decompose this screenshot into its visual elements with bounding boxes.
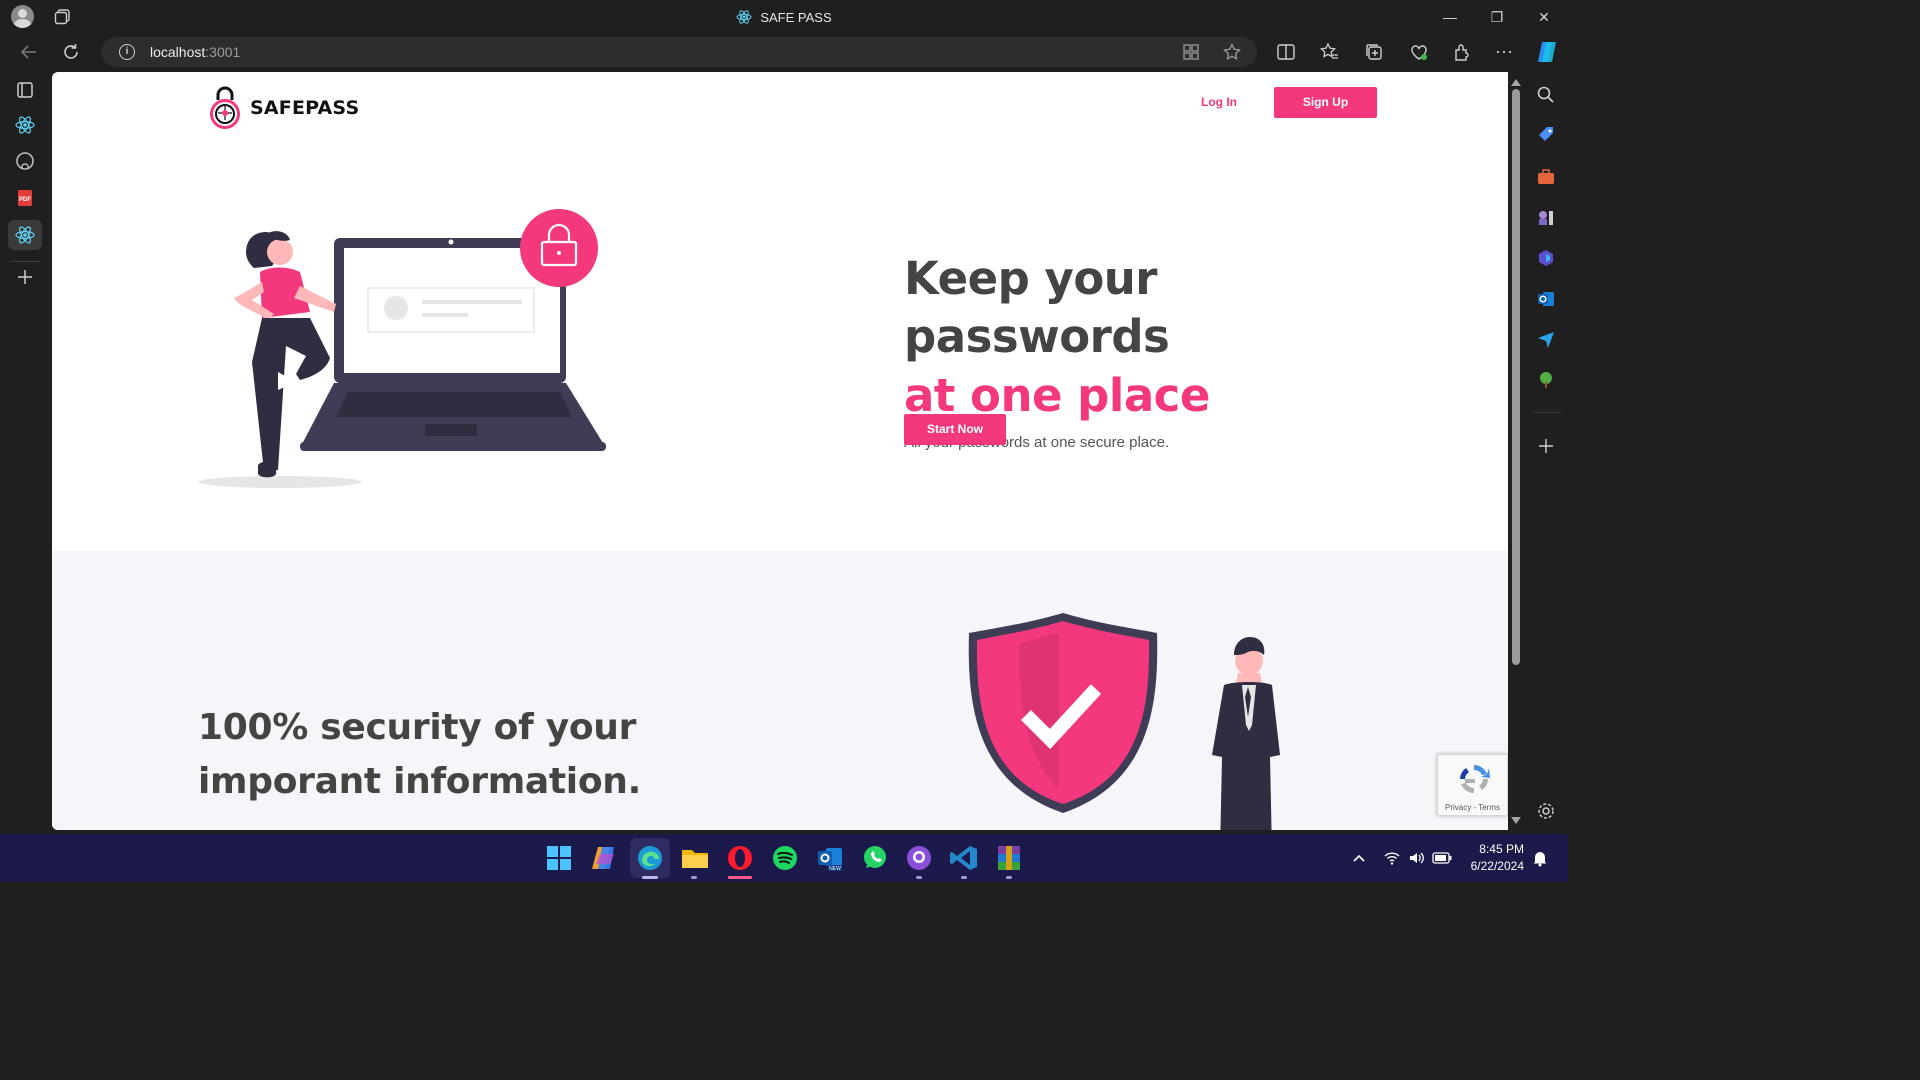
add-sidebar-app-icon[interactable] bbox=[1537, 437, 1555, 455]
recaptcha-badge[interactable]: Privacy - Terms bbox=[1437, 754, 1508, 816]
tree-icon[interactable] bbox=[1536, 370, 1556, 390]
scrollbar-thumb[interactable] bbox=[1512, 89, 1520, 665]
edge-browser-icon[interactable] bbox=[634, 842, 666, 874]
settings-gear-icon[interactable] bbox=[1536, 801, 1556, 821]
tab-actions-icon[interactable] bbox=[13, 78, 37, 102]
brand-name: SAFEPASS bbox=[250, 97, 360, 119]
refresh-icon[interactable] bbox=[60, 41, 82, 63]
github-desktop-icon[interactable] bbox=[903, 842, 935, 874]
extensions-icon[interactable] bbox=[1451, 41, 1473, 63]
site-navbar: SAFEPASS Log In Sign Up bbox=[52, 72, 1508, 142]
system-clock[interactable]: 8:45 PM 6/22/2024 bbox=[1462, 841, 1524, 875]
collections-icon[interactable] bbox=[1363, 41, 1385, 63]
copilot-icon[interactable] bbox=[1534, 39, 1560, 65]
more-options-icon[interactable]: ⋯ bbox=[1493, 41, 1515, 63]
winrar-running-indicator bbox=[1006, 876, 1012, 879]
wifi-icon[interactable] bbox=[1383, 849, 1401, 867]
scroll-up-arrow[interactable] bbox=[1511, 79, 1521, 86]
address-bar[interactable]: i localhost:3001 bbox=[101, 37, 1257, 67]
notification-bell-icon[interactable] bbox=[1531, 849, 1549, 867]
opera-icon[interactable] bbox=[724, 842, 756, 874]
copilot-taskbar-icon[interactable] bbox=[588, 842, 620, 874]
tab-pdf-icon[interactable]: PDF bbox=[13, 186, 37, 210]
window-titlebar: SAFE PASS — ❐ ✕ bbox=[0, 0, 1568, 33]
recaptcha-icon bbox=[1460, 765, 1490, 793]
window-title-text: SAFE PASS bbox=[760, 10, 832, 25]
winrar-icon[interactable] bbox=[993, 842, 1025, 874]
vscode-running-indicator bbox=[961, 876, 967, 879]
browser-essentials-icon[interactable] bbox=[1408, 41, 1430, 63]
security-section: 100% security of your imporant informati… bbox=[52, 551, 1508, 830]
url-text[interactable]: localhost:3001 bbox=[150, 44, 240, 60]
site-logo[interactable]: SAFEPASS bbox=[208, 86, 359, 130]
github-running-indicator bbox=[916, 876, 922, 879]
whatsapp-icon[interactable] bbox=[859, 842, 891, 874]
clock-date: 6/22/2024 bbox=[1470, 859, 1524, 873]
app-available-icon[interactable] bbox=[1183, 44, 1199, 60]
browser-toolbar: i localhost:3001 ⋯ bbox=[0, 33, 1568, 71]
minimize-button[interactable]: — bbox=[1427, 4, 1473, 30]
explorer-running-indicator bbox=[691, 876, 697, 879]
start-now-button[interactable]: Start Now bbox=[904, 414, 1006, 445]
svg-text:PDF: PDF bbox=[19, 197, 31, 203]
back-arrow-icon[interactable] bbox=[18, 41, 40, 63]
shopping-tag-icon[interactable] bbox=[1536, 125, 1556, 145]
microsoft-365-icon[interactable] bbox=[1536, 248, 1556, 268]
page-scrollbar[interactable] bbox=[1508, 72, 1524, 830]
window-title: SAFE PASS bbox=[0, 9, 1568, 25]
site-info-icon[interactable]: i bbox=[119, 44, 135, 60]
edge-sidebar bbox=[1526, 71, 1568, 834]
favorite-star-icon[interactable] bbox=[1223, 43, 1241, 61]
security-heading: 100% security of your imporant informati… bbox=[198, 701, 718, 809]
svg-text:NEW: NEW bbox=[829, 866, 841, 872]
tab-react-app-icon[interactable] bbox=[13, 113, 37, 137]
outlook-icon[interactable] bbox=[1536, 289, 1556, 309]
vscode-icon[interactable] bbox=[948, 842, 980, 874]
file-explorer-icon[interactable] bbox=[679, 842, 711, 874]
favorites-icon[interactable] bbox=[1318, 41, 1340, 63]
vertical-tabs-rail: PDF bbox=[0, 71, 50, 834]
show-hidden-icons-chevron-icon[interactable] bbox=[1352, 851, 1366, 865]
hero-laptop-illustration bbox=[198, 209, 606, 488]
games-icon[interactable] bbox=[1536, 207, 1556, 227]
volume-icon[interactable] bbox=[1407, 849, 1425, 867]
opera-running-indicator bbox=[728, 876, 752, 879]
login-link[interactable]: Log In bbox=[1201, 95, 1237, 109]
url-host: localhost bbox=[150, 44, 206, 60]
padlock-logo-icon bbox=[210, 86, 240, 129]
clock-time: 8:45 PM bbox=[1479, 842, 1524, 856]
new-tab-plus-icon[interactable] bbox=[13, 265, 37, 289]
restore-button[interactable]: ❐ bbox=[1474, 4, 1520, 30]
tab-react-app-active-icon[interactable] bbox=[13, 223, 37, 247]
edge-active-indicator bbox=[642, 876, 658, 879]
hero-title-line1: Keep your passwords bbox=[904, 252, 1170, 363]
security-heading-line2: imporant information. bbox=[198, 761, 641, 802]
signup-button[interactable]: Sign Up bbox=[1274, 87, 1377, 118]
windows-taskbar: NEW 8:45 PM 6/22/2024 bbox=[0, 834, 1568, 882]
send-icon[interactable] bbox=[1536, 329, 1556, 349]
spotify-icon[interactable] bbox=[769, 842, 801, 874]
close-button[interactable]: ✕ bbox=[1521, 4, 1567, 30]
scroll-down-arrow[interactable] bbox=[1511, 817, 1521, 824]
shield-man-illustration bbox=[968, 613, 1280, 830]
security-heading-line1: 100% security of your bbox=[198, 707, 637, 748]
page-viewport: SAFEPASS Log In Sign Up Keep your passwo… bbox=[52, 72, 1508, 830]
sidebar-divider bbox=[1533, 412, 1561, 413]
battery-icon[interactable] bbox=[1432, 850, 1452, 866]
split-screen-icon[interactable] bbox=[1275, 41, 1297, 63]
tools-briefcase-icon[interactable] bbox=[1536, 167, 1556, 187]
url-port: :3001 bbox=[205, 44, 241, 60]
search-icon[interactable] bbox=[1536, 85, 1556, 105]
outlook-new-icon[interactable]: NEW bbox=[814, 842, 846, 874]
rail-divider bbox=[10, 261, 40, 262]
react-icon bbox=[736, 10, 752, 24]
windows-start-icon[interactable] bbox=[543, 842, 575, 874]
recaptcha-links[interactable]: Privacy - Terms bbox=[1438, 803, 1507, 812]
tab-github-icon[interactable] bbox=[13, 149, 37, 173]
